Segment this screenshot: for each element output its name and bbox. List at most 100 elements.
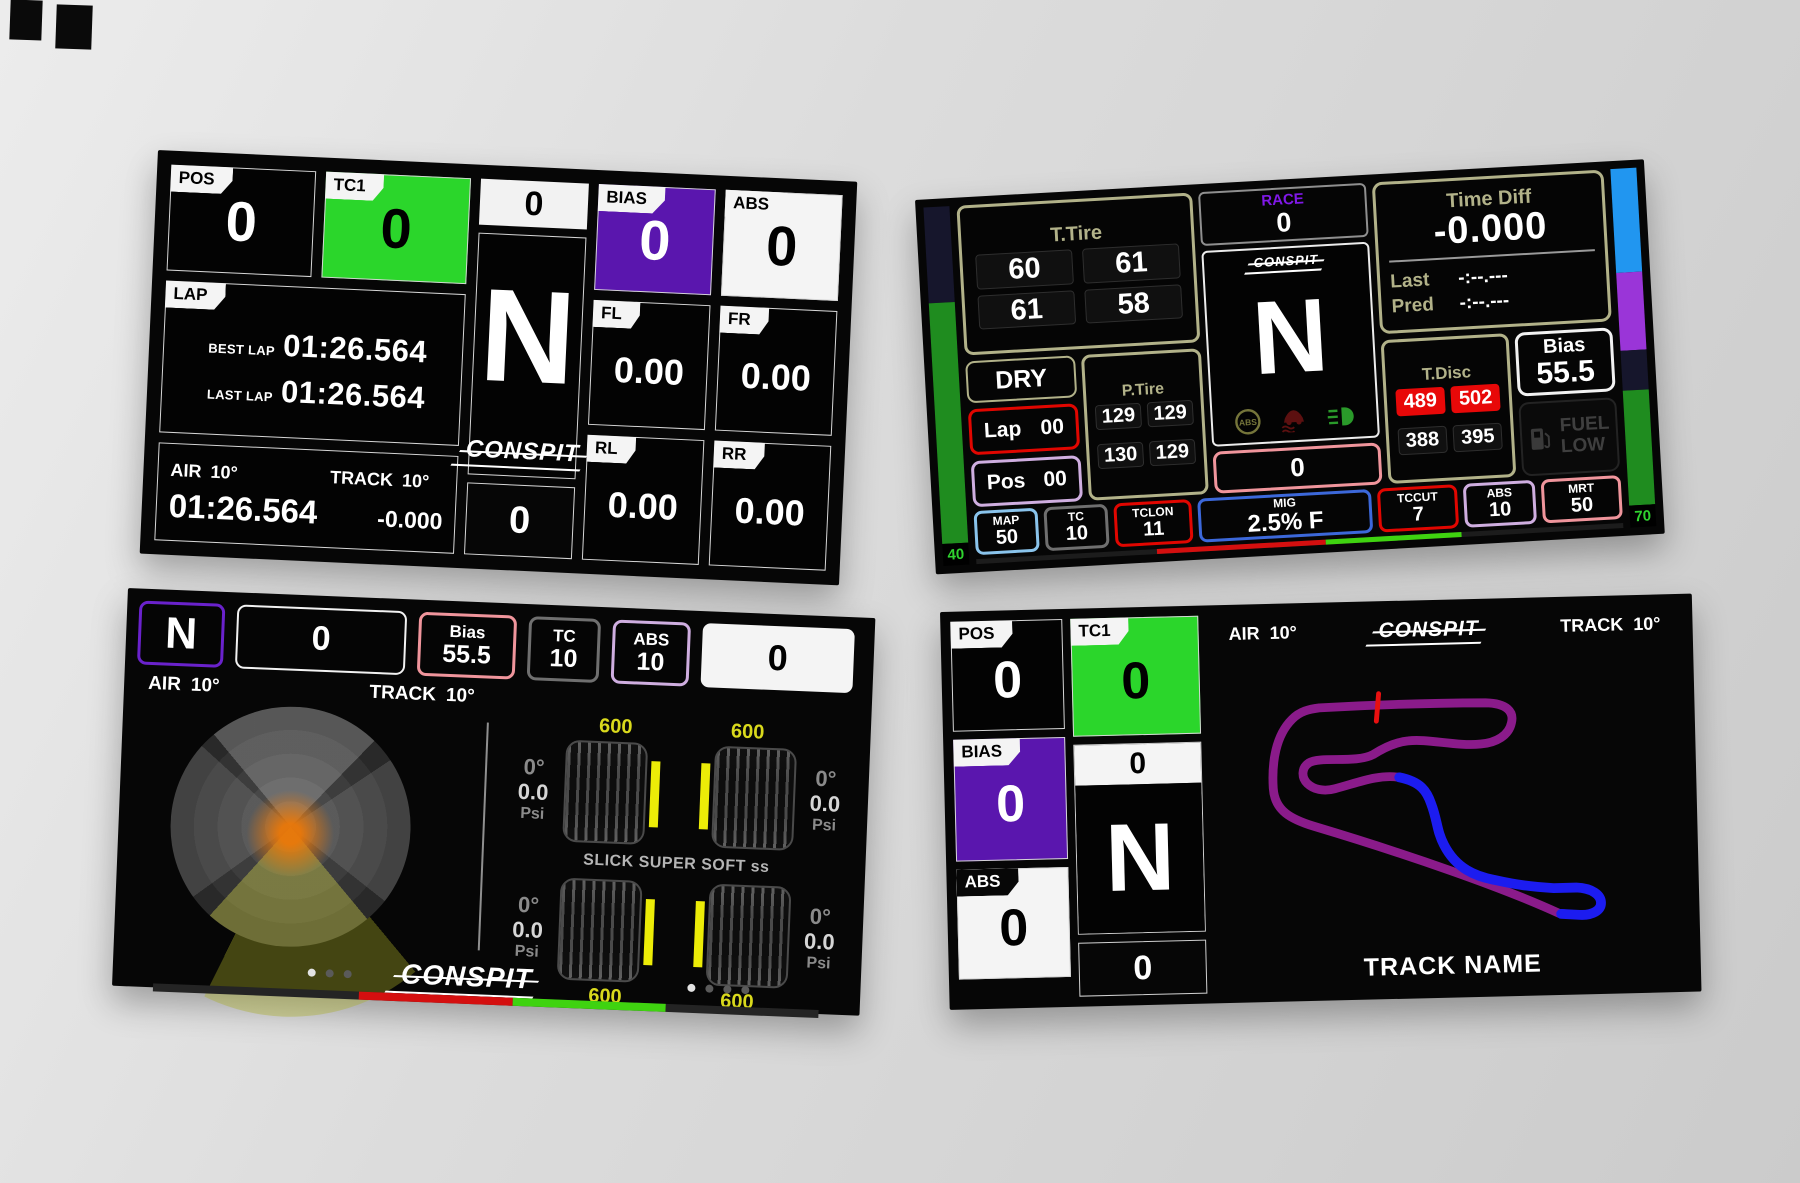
bottom-readout: 0 bbox=[464, 482, 575, 559]
setting-value: 10 bbox=[1489, 499, 1512, 521]
front-left-tire bbox=[562, 740, 665, 846]
gear-box: 0 N bbox=[1073, 742, 1206, 935]
bias-label: BIAS bbox=[598, 184, 666, 214]
abs-label: ABS bbox=[725, 190, 788, 220]
conditions-box: AIR 10° TRACK 10° 01:26.564 -0.000 bbox=[154, 442, 458, 554]
tire-pressure-box: P.Tire 129 129 130 129 bbox=[1081, 348, 1209, 500]
abs-label: ABS bbox=[956, 868, 1019, 897]
fuel-low-warning: FUEL LOW bbox=[1518, 397, 1620, 476]
best-lap-label: BEST LAP bbox=[199, 340, 276, 358]
tire-compound-label: SLICK SUPER SOFT ss bbox=[583, 851, 770, 876]
tire-graphic bbox=[711, 746, 797, 851]
fr-tread-temp: 600 bbox=[731, 720, 765, 744]
rr-label: RR bbox=[713, 441, 765, 470]
tc-value: 10 bbox=[549, 645, 578, 672]
rl-corner-readout: 0° 0.0 Psi bbox=[511, 893, 544, 961]
gear-indicator: N bbox=[476, 234, 580, 440]
setting-tccut: TCCUT 7 bbox=[1377, 484, 1459, 532]
tire-rr-box: RR 0.00 bbox=[709, 441, 832, 571]
pos-label: POS bbox=[170, 165, 233, 195]
tire-temp-fr: 61 bbox=[1082, 243, 1181, 283]
tire-wear-bar bbox=[643, 899, 655, 965]
right-bar-value: 70 bbox=[1629, 504, 1656, 527]
conspit-logo: CONSPIT bbox=[396, 958, 537, 996]
dash-track-map: POS 0 BIAS 0 ABS 0 TC1 0 0 N 0 AIR 10° C… bbox=[940, 594, 1701, 1010]
pos-box: POS 0 bbox=[167, 165, 317, 277]
setting-tclon: TCLON 11 bbox=[1113, 499, 1193, 547]
setting-value: 50 bbox=[995, 527, 1018, 549]
bias-label: BIAS bbox=[953, 738, 1020, 767]
session-value: 0 bbox=[1276, 208, 1293, 237]
dash-gforce-tires: N 0 Bias 55.5 TC 10 ABS 10 0 AIR 10° TRA… bbox=[112, 588, 875, 1016]
tire-temp-fl: 60 bbox=[975, 249, 1074, 289]
bias-value: 55.5 bbox=[442, 640, 492, 668]
setting-abs: ABS 10 bbox=[1463, 480, 1537, 528]
conspit-logo: CONSPIT bbox=[1374, 615, 1483, 643]
pos-label: Pos bbox=[986, 470, 1026, 494]
current-lap-time: 01:26.564 bbox=[168, 486, 318, 531]
gear-box: CONSPIT N ABS bbox=[1201, 242, 1380, 447]
pred-time-value: -:--.--- bbox=[1459, 288, 1510, 316]
tire-temp-rr: 58 bbox=[1084, 284, 1183, 324]
tire-pressure-title: P.Tire bbox=[1121, 381, 1164, 400]
air-label: AIR bbox=[1228, 623, 1260, 645]
track-temp: 10° bbox=[402, 470, 430, 492]
lap-value: 00 bbox=[1040, 416, 1065, 439]
tire-wear-bar bbox=[693, 901, 705, 967]
air-temp: 10° bbox=[1269, 622, 1297, 644]
gforce-radar bbox=[125, 690, 475, 963]
bias-box: BIAS 0 bbox=[594, 184, 716, 295]
fr-corner-readout: 0° 0.0 Psi bbox=[808, 767, 841, 835]
start-finish-line bbox=[1376, 694, 1380, 721]
svg-text:ABS: ABS bbox=[1239, 417, 1258, 428]
track-sector-blue bbox=[1399, 772, 1601, 919]
pred-time-label: Pred bbox=[1391, 292, 1444, 321]
track-label: TRACK bbox=[1560, 614, 1623, 637]
abs-box: ABS 10 bbox=[611, 619, 692, 686]
fr-label: FR bbox=[719, 306, 769, 335]
setting-map: MAP 50 bbox=[973, 508, 1039, 555]
gear-box: N CONSPIT bbox=[468, 233, 587, 480]
abs-box: ABS 0 bbox=[956, 867, 1071, 980]
pressure-fl: 129 bbox=[1095, 403, 1142, 431]
pressure-fr: 129 bbox=[1147, 400, 1194, 428]
air-label: AIR bbox=[170, 459, 202, 481]
front-right-tire bbox=[694, 745, 797, 851]
tc1-label: TC1 bbox=[325, 172, 384, 202]
disc-temp-box: T.Disc 489 502 388 395 bbox=[1381, 333, 1517, 484]
disc-temp-title: T.Disc bbox=[1421, 363, 1471, 384]
last-lap-label: LAST LAP bbox=[197, 386, 274, 404]
bottom-readout: 0 bbox=[1078, 940, 1207, 997]
page-dots-right[interactable] bbox=[682, 979, 755, 1000]
tire-fr-box: FR 0.00 bbox=[715, 306, 838, 436]
abs-box: ABS 0 bbox=[721, 190, 843, 301]
last-time-value: -:--.--- bbox=[1458, 263, 1509, 291]
setting-mrt: MRT 50 bbox=[1541, 475, 1623, 523]
session-box: RACE 0 bbox=[1198, 183, 1369, 246]
center-readout: 0 bbox=[1213, 442, 1383, 493]
dash-lap-timing: POS 0 TC1 0 LAP BEST LAP 01:26.564 LAST … bbox=[140, 150, 858, 585]
track-label: TRACK bbox=[330, 467, 394, 491]
tc-box: TC 10 bbox=[527, 616, 602, 683]
fuel-pump-icon bbox=[1528, 424, 1554, 453]
fuel-label-line2: LOW bbox=[1560, 435, 1611, 459]
traction-control-icon bbox=[1277, 405, 1310, 433]
tire-wear-bar bbox=[698, 763, 710, 829]
tc1-box: TC1 0 bbox=[1070, 616, 1201, 737]
tire-temp-title: T.Tire bbox=[1050, 223, 1103, 247]
abs-indicator-icon: ABS bbox=[1232, 406, 1264, 438]
lap-delta: -0.000 bbox=[377, 505, 443, 535]
tc-label: TC bbox=[553, 627, 576, 646]
disc-rl: 388 bbox=[1397, 426, 1448, 456]
position-box: Pos 00 bbox=[971, 455, 1083, 507]
pressure-rl: 130 bbox=[1097, 442, 1144, 470]
rl-label: RL bbox=[586, 435, 636, 464]
setting-tc: TC 10 bbox=[1043, 504, 1109, 551]
time-diff-box: Time Diff -0.000 Last -:--.--- Pred -:--… bbox=[1372, 170, 1612, 335]
brake-bias-box: Bias 55.5 bbox=[1514, 327, 1615, 396]
setting-value: 10 bbox=[1065, 523, 1088, 545]
gear-indicator: N bbox=[1075, 783, 1205, 934]
lap-label: LAP bbox=[165, 281, 226, 311]
headlight-icon bbox=[1324, 405, 1357, 429]
bias-box: BIAS 0 bbox=[953, 737, 1068, 862]
